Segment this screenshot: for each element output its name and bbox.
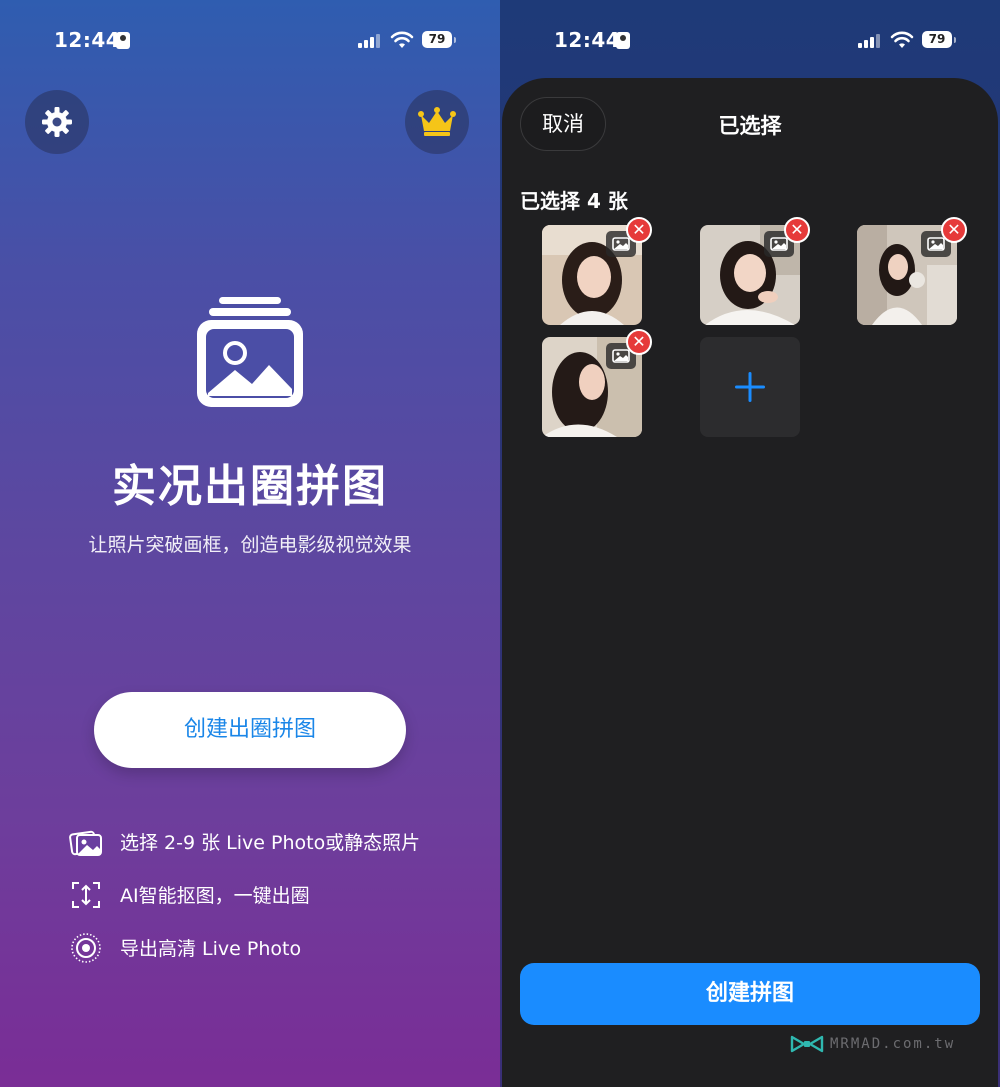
photos-icon: [68, 824, 104, 860]
app-title: 实况出圈拼图: [112, 461, 388, 512]
live-photo-icon: [68, 930, 104, 966]
gear-icon: [42, 107, 72, 137]
cancel-button[interactable]: 取消: [520, 97, 606, 151]
battery-indicator: 79: [922, 31, 956, 48]
photo-thumbnail[interactable]: ✕: [857, 217, 967, 325]
feature-item: 选择 2-9 张 Live Photo或静态照片: [68, 815, 488, 868]
feature-item: 导出高清 Live Photo: [68, 921, 488, 974]
contact-card-icon: [616, 32, 630, 49]
battery-indicator: 79: [422, 31, 456, 48]
create-collage-button[interactable]: 创建出圈拼图: [94, 692, 406, 768]
photo-thumbnail[interactable]: ✕: [542, 217, 652, 325]
add-photo-button[interactable]: [700, 337, 800, 437]
feature-item: AI智能抠图，一键出圈: [68, 868, 488, 921]
wifi-icon: [390, 31, 414, 48]
cellular-signal-icon: [358, 33, 382, 48]
feature-text: 导出高清 Live Photo: [120, 938, 302, 960]
contact-card-icon: [116, 32, 130, 49]
create-collage-button[interactable]: 创建拼图: [520, 963, 980, 1025]
plus-icon: [735, 372, 765, 402]
settings-button[interactable]: [25, 90, 89, 154]
crown-icon: [418, 107, 456, 136]
sheet-title: 已选择: [718, 114, 782, 138]
photo-stack-icon: [197, 297, 303, 407]
feature-list: 选择 2-9 张 Live Photo或静态照片 AI智能抠图，一键出圈 导出高…: [68, 815, 488, 974]
remove-photo-button[interactable]: ✕: [626, 217, 652, 243]
status-bar: 12:44 79: [500, 28, 1000, 54]
watermark: MRMAD.com.tw: [790, 1034, 955, 1054]
status-bar: 12:44 79: [0, 28, 500, 54]
selected-count: 已选择 4 张: [520, 189, 628, 213]
bowtie-logo-icon: [790, 1035, 824, 1053]
remove-photo-button[interactable]: ✕: [784, 217, 810, 243]
feature-text: AI智能抠图，一键出圈: [120, 885, 310, 907]
feature-text: 选择 2-9 张 Live Photo或静态照片: [120, 832, 421, 854]
photo-thumbnail[interactable]: ✕: [542, 329, 652, 437]
status-time: 12:44: [54, 28, 121, 52]
watermark-text: MRMAD.com.tw: [830, 1036, 956, 1052]
app-subtitle: 让照片突破画框，创造电影级视觉效果: [88, 534, 412, 556]
premium-button[interactable]: [405, 90, 469, 154]
status-time: 12:44: [554, 28, 621, 52]
crop-cutout-icon: [68, 877, 104, 913]
photo-thumbnail[interactable]: ✕: [700, 217, 810, 325]
wifi-icon: [890, 31, 914, 48]
intro-screen: 12:44 79 实况出圈拼图 让照片突破画框，创造电影级视觉效果 创建出圈拼图…: [0, 0, 500, 1087]
cellular-signal-icon: [858, 33, 882, 48]
remove-photo-button[interactable]: ✕: [626, 329, 652, 355]
remove-photo-button[interactable]: ✕: [941, 217, 967, 243]
